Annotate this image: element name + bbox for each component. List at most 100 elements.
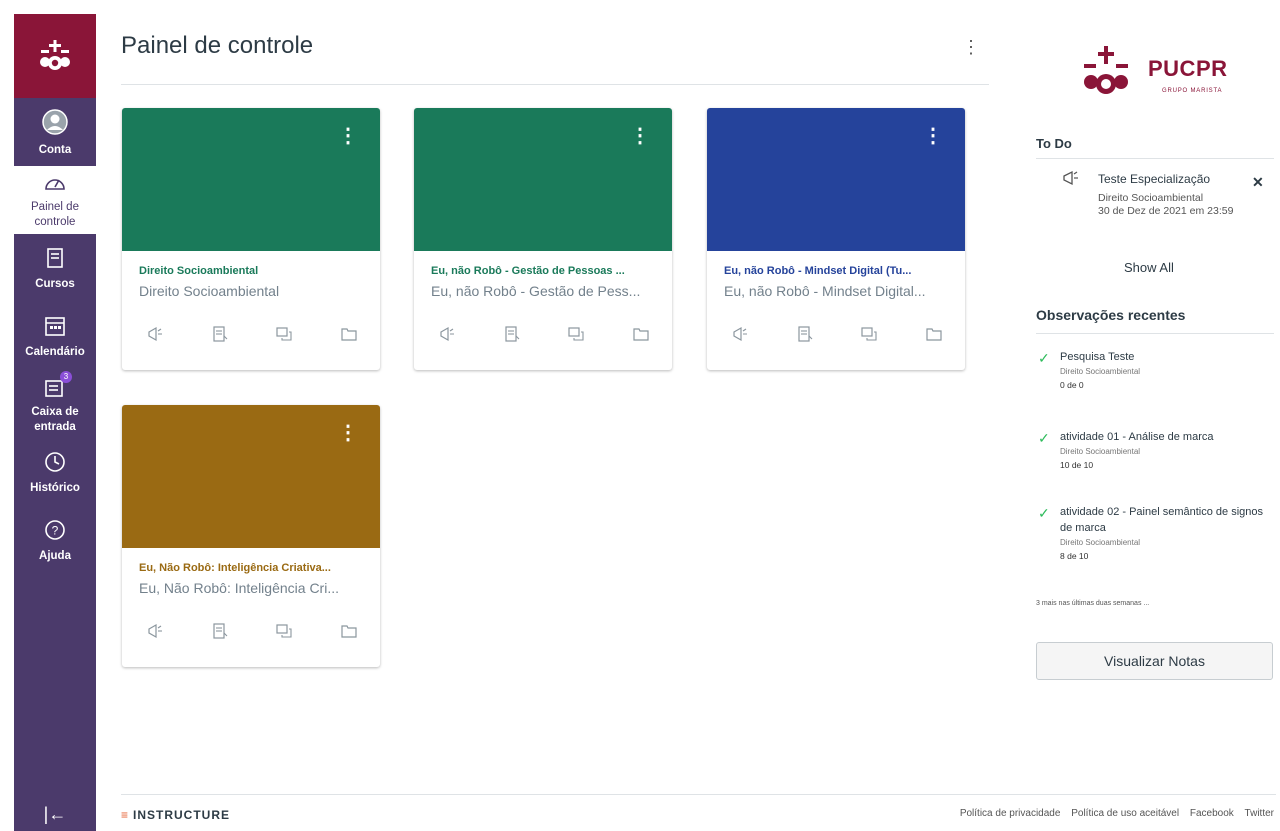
card-options-icon[interactable]: ⋮ <box>630 126 650 146</box>
files-icon[interactable] <box>925 325 943 343</box>
course-card-subtitle: Direito Socioambiental <box>139 283 280 299</box>
footer-link-twitter[interactable]: Twitter <box>1245 808 1274 819</box>
sidebar-item-label: Conta <box>38 143 72 156</box>
show-all-link[interactable]: Show All <box>1124 260 1174 275</box>
instructure-wordmark: INSTRUCTURE <box>133 808 231 822</box>
card-options-icon[interactable]: ⋮ <box>923 126 943 146</box>
course-card-hero[interactable]: ⋮ <box>414 108 672 251</box>
announcements-icon[interactable] <box>731 325 749 343</box>
instructure-logo[interactable]: ≡ INSTRUCTURE <box>121 808 230 822</box>
checkmark-icon: ✓ <box>1038 350 1050 366</box>
sidebar-item-calendario[interactable]: Calendário <box>14 302 96 370</box>
header-divider <box>121 84 989 85</box>
todo-item-course: Direito Socioambiental <box>1098 192 1204 204</box>
checkmark-icon: ✓ <box>1038 430 1050 446</box>
course-card-subtitle: Eu, não Robô - Gestão de Pess... <box>431 283 641 299</box>
sidebar-item-cursos[interactable]: Cursos <box>14 234 96 302</box>
view-grades-button[interactable]: Visualizar Notas <box>1036 642 1273 680</box>
course-card-hero[interactable]: ⋮ <box>122 108 380 251</box>
announcements-icon[interactable] <box>146 622 164 640</box>
more-feedback-link[interactable]: 3 mais nas últimas duas semanas ... <box>1036 600 1149 607</box>
course-card-title[interactable]: Eu, não Robô - Mindset Digital (Tu... <box>724 265 948 277</box>
footer-link-acceptable-use[interactable]: Política de uso aceitável <box>1071 808 1179 819</box>
dismiss-icon[interactable]: ✕ <box>1252 174 1264 191</box>
svg-text:?: ? <box>52 524 59 538</box>
footer-link-facebook[interactable]: Facebook <box>1190 808 1234 819</box>
sidebar-item-caixa-de-entrada[interactable]: 3 Caixa de entrada <box>14 370 96 438</box>
feedback-item-score: 8 de 10 <box>1060 550 1089 561</box>
todo-item-title[interactable]: Teste Especialização <box>1098 172 1210 186</box>
discussions-icon[interactable] <box>860 325 878 343</box>
brand-name: PUCPR <box>1148 56 1228 81</box>
sidebar-item-historico[interactable]: Histórico <box>14 438 96 506</box>
todo-heading: To Do <box>1036 136 1072 151</box>
course-card[interactable]: ⋮ Eu, não Robô - Mindset Digital (Tu... … <box>707 108 965 370</box>
feedback-item-title[interactable]: atividade 02 - Painel semântico de signo… <box>1060 506 1263 534</box>
sidebar-item-label: Ajuda <box>39 549 71 562</box>
discussions-icon[interactable] <box>275 325 293 343</box>
sidebar-item-ajuda[interactable]: ? Ajuda <box>14 506 96 574</box>
dashboard-options-menu-icon[interactable]: ⋮ <box>962 38 980 56</box>
sidebar-item-label: Calendário <box>25 345 85 358</box>
unread-count-badge: 3 <box>60 370 72 383</box>
feedback-item-title[interactable]: atividade 01 - Análise de marca <box>1060 431 1213 443</box>
footer-link-privacy[interactable]: Política de privacidade <box>960 808 1061 819</box>
help-icon: ? <box>44 519 66 545</box>
pucpr-crest-icon <box>1084 46 1128 94</box>
course-card-title[interactable]: Eu, Não Robô: Inteligência Criativa... <box>139 562 363 574</box>
dashboard-icon <box>43 173 67 197</box>
course-card[interactable]: ⋮ Eu, Não Robô: Inteligência Criativa...… <box>122 405 380 667</box>
recent-feedback-heading: Observações recentes <box>1036 307 1186 323</box>
pucpr-crest-icon <box>40 40 70 70</box>
recent-feedback-divider <box>1036 333 1274 334</box>
sidebar-item-label: Histórico <box>30 481 80 494</box>
course-card[interactable]: ⋮ Eu, não Robô - Gestão de Pessoas ... E… <box>414 108 672 370</box>
feedback-item-course: Direito Socioambiental <box>1060 366 1141 376</box>
feedback-item-title[interactable]: Pesquisa Teste <box>1060 351 1134 363</box>
checkmark-icon: ✓ <box>1038 505 1050 521</box>
course-card-hero[interactable]: ⋮ <box>707 108 965 251</box>
page-title: Painel de controle <box>121 32 314 59</box>
card-options-icon[interactable]: ⋮ <box>338 126 358 146</box>
footer-divider <box>121 794 1276 795</box>
collapse-icon[interactable]: |← <box>14 804 96 825</box>
instructure-mark-icon: ≡ <box>121 808 130 822</box>
discussions-icon[interactable] <box>275 622 293 640</box>
todo-divider <box>1036 158 1274 159</box>
files-icon[interactable] <box>632 325 650 343</box>
files-icon[interactable] <box>340 622 358 640</box>
pucpr-logo[interactable] <box>14 14 96 98</box>
footer-links: Política de privacidade Política de uso … <box>952 808 1274 819</box>
course-card-subtitle: Eu, não Robô - Mindset Digital... <box>724 283 926 299</box>
assignments-icon[interactable] <box>211 325 229 343</box>
feedback-item-score: 0 de 0 <box>1060 379 1084 390</box>
sidebar-item-label: Caixa de entrada <box>31 406 79 433</box>
course-card[interactable]: ⋮ Direito Socioambiental Direito Socioam… <box>122 108 380 370</box>
course-card-subtitle: Eu, Não Robô: Inteligência Cri... <box>139 580 339 596</box>
account-avatar-icon <box>42 109 68 139</box>
course-card-title[interactable]: Eu, não Robô - Gestão de Pessoas ... <box>431 265 655 277</box>
assignments-icon[interactable] <box>211 622 229 640</box>
card-options-icon[interactable]: ⋮ <box>338 423 358 443</box>
assignments-icon[interactable] <box>503 325 521 343</box>
feedback-item-course: Direito Socioambiental <box>1060 446 1141 456</box>
assignments-icon[interactable] <box>796 325 814 343</box>
todo-item-details: Direito Socioambiental 30 de Dez de 2021… <box>1098 192 1238 219</box>
discussions-icon[interactable] <box>567 325 585 343</box>
course-card-hero[interactable]: ⋮ <box>122 405 380 548</box>
feedback-item-course: Direito Socioambiental <box>1060 537 1141 547</box>
announcements-icon[interactable] <box>438 325 456 343</box>
clock-icon <box>44 451 66 477</box>
inbox-icon: 3 <box>44 370 72 402</box>
sidebar-item-label: Cursos <box>35 277 75 290</box>
announcement-icon <box>1062 170 1080 191</box>
sidebar-item-conta[interactable]: Conta <box>14 98 96 166</box>
sidebar-item-painel[interactable]: Painel de controle <box>14 166 96 234</box>
todo-item-due: 30 de Dez de 2021 em 23:59 <box>1098 205 1234 218</box>
course-card-title[interactable]: Direito Socioambiental <box>139 265 363 277</box>
feedback-item-score: 10 de 10 <box>1060 459 1094 470</box>
calendar-icon <box>44 315 66 341</box>
announcements-icon[interactable] <box>146 325 164 343</box>
global-navigation: Conta Painel de controle Cursos Calendár… <box>14 14 96 831</box>
files-icon[interactable] <box>340 325 358 343</box>
